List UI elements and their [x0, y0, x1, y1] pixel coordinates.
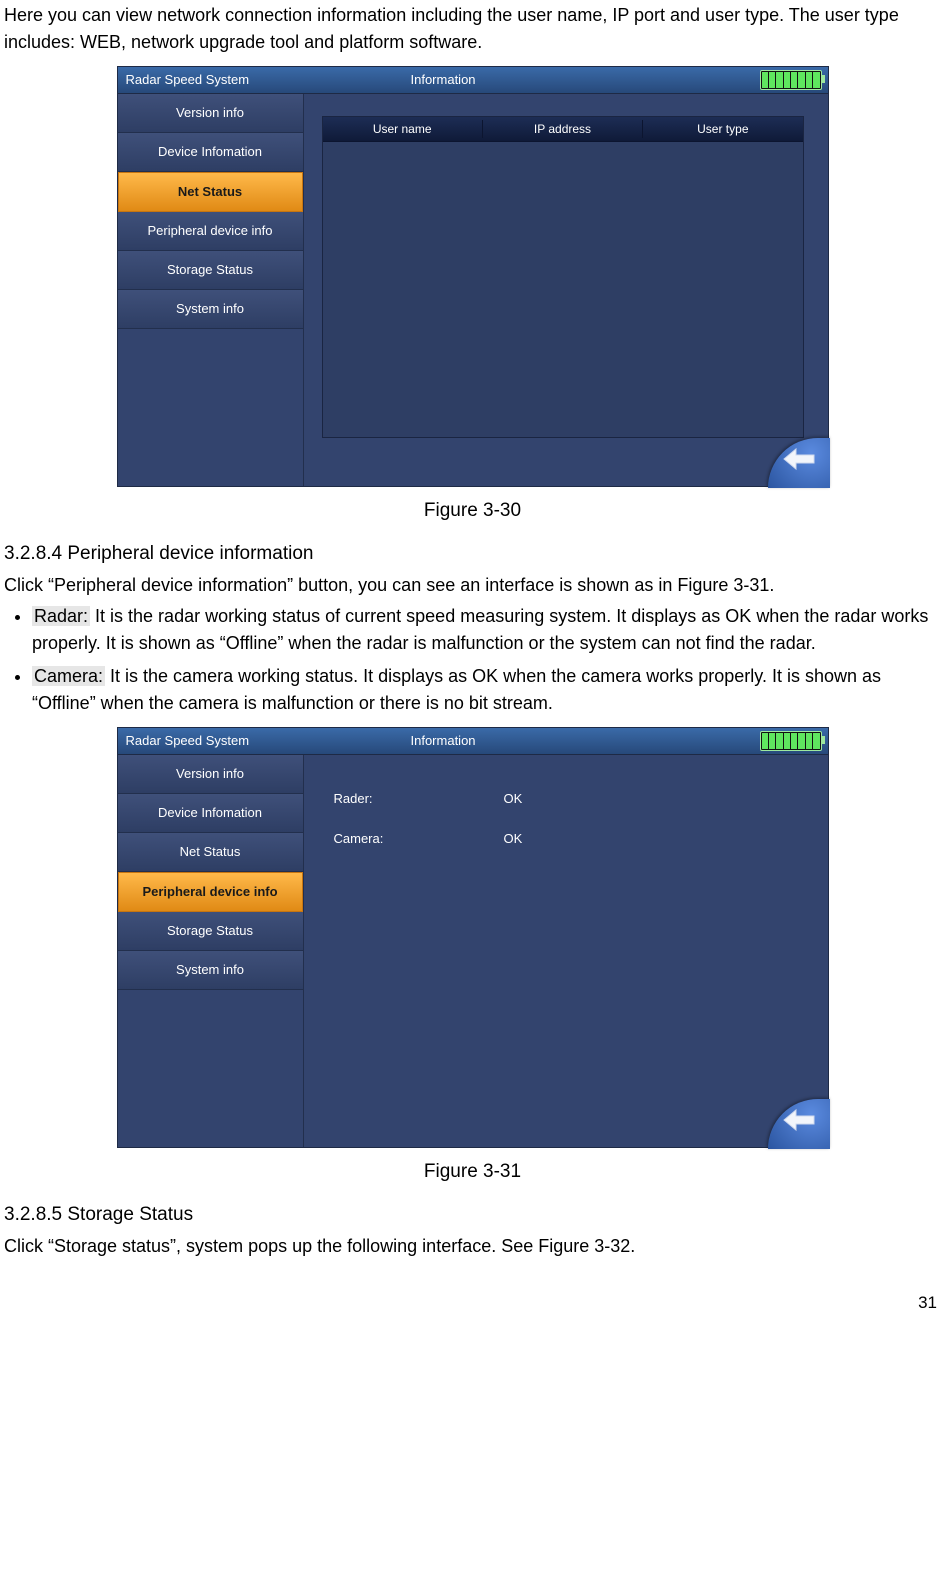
status-value: OK: [504, 789, 523, 809]
sidebar: Version infoDevice InfomationNet StatusP…: [118, 94, 304, 486]
status-value: OK: [504, 829, 523, 849]
sidebar-item-system-info[interactable]: System info: [118, 290, 303, 329]
status-label: Rader:: [334, 789, 504, 809]
peripheral-bullet-list: Radar: It is the radar working status of…: [4, 603, 937, 717]
bullet-item: Camera: It is the camera working status.…: [32, 663, 937, 717]
status-row: Rader:OK: [334, 789, 810, 809]
net-status-table-header: User nameIP addressUser type: [323, 117, 803, 142]
bullet-label: Camera:: [32, 666, 105, 686]
sidebar-item-device-infomation[interactable]: Device Infomation: [118, 133, 303, 172]
arrow-left-icon: [782, 447, 816, 479]
sidebar: Version infoDevice InfomationNet StatusP…: [118, 755, 304, 1147]
titlebar: Radar Speed System Information: [118, 67, 828, 94]
titlebar: Radar Speed System Information: [118, 728, 828, 755]
status-row: Camera:OK: [334, 829, 810, 849]
page-number: 31: [4, 1290, 937, 1316]
section-3-2-8-5-heading: 3.2.8.5 Storage Status: [4, 1201, 937, 1230]
sidebar-item-device-infomation[interactable]: Device Infomation: [118, 794, 303, 833]
battery-icon: [760, 731, 822, 751]
figure-3-30-frame: Radar Speed System Information Version i…: [117, 66, 829, 487]
back-button[interactable]: [768, 1099, 830, 1149]
section-3-2-8-4-heading: 3.2.8.4 Peripheral device information: [4, 540, 937, 569]
sidebar-item-net-status[interactable]: Net Status: [118, 172, 303, 212]
bullet-label: Radar:: [32, 606, 90, 626]
figure-3-30-caption: Figure 3-30: [4, 497, 937, 526]
battery-icon: [760, 70, 822, 90]
net-status-panel: User nameIP addressUser type: [322, 116, 804, 438]
titlebar-app-name: Radar Speed System: [118, 70, 326, 90]
titlebar-screen-title: Information: [326, 70, 760, 90]
titlebar-app-name: Radar Speed System: [118, 731, 326, 751]
bullet-text: It is the radar working status of curren…: [32, 606, 928, 653]
table-header-cell: User name: [323, 120, 483, 138]
arrow-left-icon: [782, 1108, 816, 1140]
figure-3-31-caption: Figure 3-31: [4, 1158, 937, 1187]
sidebar-item-version-info[interactable]: Version info: [118, 94, 303, 133]
back-button[interactable]: [768, 438, 830, 488]
intro-paragraph: Here you can view network connection inf…: [4, 2, 937, 56]
table-header-cell: IP address: [483, 120, 643, 138]
titlebar-screen-title: Information: [326, 731, 760, 751]
section-3-2-8-5-lead: Click “Storage status”, system pops up t…: [4, 1233, 937, 1260]
bullet-text: It is the camera working status. It disp…: [32, 666, 881, 713]
sidebar-item-peripheral-device-info[interactable]: Peripheral device info: [118, 872, 303, 912]
figure-3-31-frame: Radar Speed System Information Version i…: [117, 727, 829, 1148]
sidebar-item-system-info[interactable]: System info: [118, 951, 303, 990]
device-body: Version infoDevice InfomationNet StatusP…: [118, 755, 828, 1147]
sidebar-item-storage-status[interactable]: Storage Status: [118, 912, 303, 951]
sidebar-item-version-info[interactable]: Version info: [118, 755, 303, 794]
bullet-item: Radar: It is the radar working status of…: [32, 603, 937, 657]
content-area: Rader:OKCamera:OK: [304, 755, 828, 1147]
content-area: User nameIP addressUser type: [304, 94, 828, 486]
section-3-2-8-4-lead: Click “Peripheral device information” bu…: [4, 572, 937, 599]
sidebar-item-net-status[interactable]: Net Status: [118, 833, 303, 872]
sidebar-item-peripheral-device-info[interactable]: Peripheral device info: [118, 212, 303, 251]
status-label: Camera:: [334, 829, 504, 849]
device-body: Version infoDevice InfomationNet StatusP…: [118, 94, 828, 486]
sidebar-item-storage-status[interactable]: Storage Status: [118, 251, 303, 290]
table-header-cell: User type: [643, 120, 802, 138]
